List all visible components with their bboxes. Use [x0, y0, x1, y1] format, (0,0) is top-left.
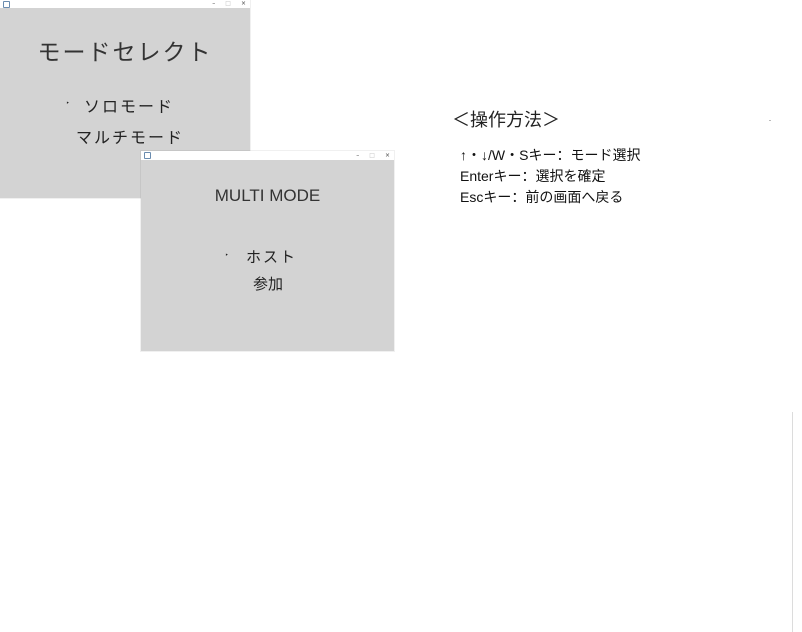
solo-mode-option[interactable]: ソロモード [84, 93, 174, 117]
multi-mode-titlebar[interactable]: – □ × [141, 151, 394, 160]
controls-heading: ＜操作方法＞ [452, 110, 560, 131]
controls-line-enter: Enterキー：選択を確定 [460, 168, 606, 184]
selection-cursor-icon: ‣ [225, 252, 229, 259]
multi-mode-option[interactable]: マルチモード [76, 124, 184, 148]
minimize-button[interactable]: – [356, 152, 359, 159]
minimize-button[interactable]: – [212, 1, 215, 7]
controls-line-esc: Escキー：前の画面へ戻る [460, 189, 624, 205]
selection-cursor-icon: ‣ [66, 100, 70, 107]
close-button[interactable]: × [385, 152, 390, 159]
app-icon [144, 152, 151, 159]
controls-list: ↑・↓/W・Sキー：モード選択 Enterキー：選択を確定 Escキー：前の画面… [460, 145, 640, 208]
maximize-button[interactable]: □ [369, 152, 375, 159]
stray-mark [769, 120, 771, 121]
multi-mode-heading: MULTI MODE [214, 186, 321, 205]
app-icon [3, 0, 10, 8]
mode-select-titlebar[interactable]: – □ × [0, 0, 250, 8]
edge-divider [792, 412, 793, 632]
maximize-button[interactable]: □ [225, 1, 231, 7]
host-option[interactable]: ホスト [246, 246, 297, 267]
multi-mode-window: – □ × MULTI MODE ‣ ホスト 参加 [141, 151, 394, 351]
controls-line-select: ↑・↓/W・Sキー：モード選択 [460, 147, 641, 163]
close-button[interactable]: × [241, 1, 246, 7]
join-option[interactable]: 参加 [253, 273, 283, 294]
mode-select-heading: モードセレクト [37, 40, 213, 66]
